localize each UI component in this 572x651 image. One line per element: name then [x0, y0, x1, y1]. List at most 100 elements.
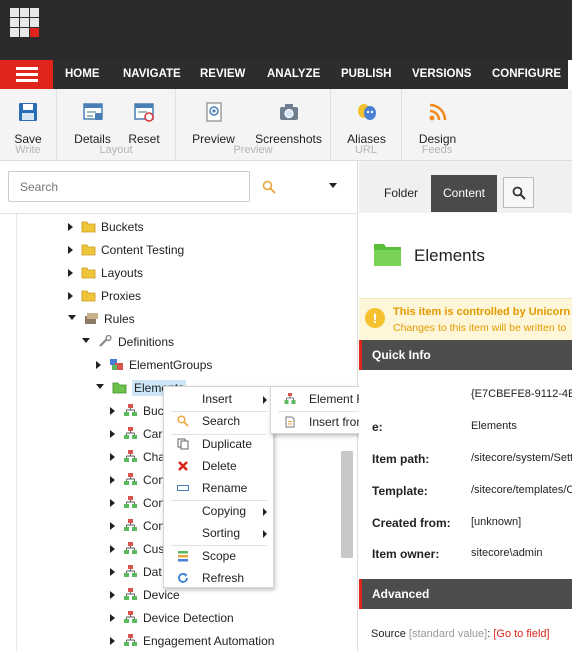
green-folder-icon: [374, 244, 401, 266]
search-options-dropdown-icon[interactable]: [329, 183, 337, 188]
expand-arrow-icon[interactable]: [110, 544, 115, 553]
template-row: Template: /sitecore/templates/C: [359, 484, 572, 504]
item-path-label: Item path:: [372, 452, 430, 466]
tree-item-element[interactable]: Dat: [110, 561, 162, 581]
tab-review[interactable]: REVIEW: [200, 60, 245, 89]
screenshots-button[interactable]: Screenshots: [251, 89, 326, 146]
expand-arrow-icon[interactable]: [110, 613, 115, 622]
expand-arrow-icon[interactable]: [110, 452, 115, 461]
collapse-arrow-icon[interactable]: [96, 384, 104, 390]
tree-search-input[interactable]: [9, 172, 249, 201]
template-value[interactable]: /sitecore/templates/C: [471, 484, 572, 496]
element-icon: [124, 450, 137, 463]
tree-item-layouts[interactable]: Layouts: [68, 262, 143, 282]
expand-arrow-icon[interactable]: [110, 521, 115, 530]
expand-arrow-icon[interactable]: [68, 245, 73, 254]
tree-item-element[interactable]: Cus: [110, 538, 164, 558]
element-icon: [124, 427, 137, 440]
collapse-arrow-icon[interactable]: [68, 315, 76, 321]
advanced-header[interactable]: Advanced: [359, 579, 572, 609]
menu-item-delete[interactable]: Delete: [164, 455, 273, 477]
tab-analyze[interactable]: ANALYZE: [267, 60, 320, 89]
menu-item-search[interactable]: Search: [164, 410, 273, 432]
tab-folder[interactable]: Folder: [372, 175, 430, 212]
group-url: Aliases URL: [331, 89, 402, 161]
tab-publish[interactable]: PUBLISH: [341, 60, 391, 89]
tree-item-proxies[interactable]: Proxies: [68, 285, 141, 305]
folder-icon: [81, 244, 96, 256]
element-icon: [124, 611, 137, 624]
tree-item-engagement-automation[interactable]: Engagement Automation: [110, 630, 274, 650]
save-button[interactable]: Save: [0, 89, 56, 146]
menu-item-copying[interactable]: Copying: [164, 500, 273, 522]
tab-home[interactable]: HOME: [65, 60, 100, 89]
tab-navigate[interactable]: NAVIGATE: [123, 60, 181, 89]
tree-item-element[interactable]: Con: [110, 469, 165, 489]
expand-arrow-icon[interactable]: [110, 567, 115, 576]
tree-item-device-detection[interactable]: Device Detection: [110, 607, 234, 627]
layout-reset-icon: [134, 103, 154, 122]
expand-arrow-icon[interactable]: [110, 475, 115, 484]
tree-item-element[interactable]: Con: [110, 515, 165, 535]
item-id-value: {E7CBEFE8-9112-4E: [471, 388, 572, 400]
collapse-arrow-icon[interactable]: [82, 338, 90, 344]
tree-item-element[interactable]: Cha: [110, 446, 165, 466]
sitecore-logo-icon[interactable]: [10, 8, 39, 37]
menu-item-rename[interactable]: Rename: [164, 477, 273, 499]
go-to-field-link[interactable]: [Go to field]: [493, 628, 549, 640]
preview-icon: [205, 102, 222, 122]
expand-arrow-icon[interactable]: [68, 268, 73, 277]
element-icon: [124, 565, 137, 578]
menu-item-duplicate[interactable]: Duplicate: [164, 433, 273, 455]
tab-configure[interactable]: CONFIGURE: [492, 60, 561, 89]
hamburger-menu-icon[interactable]: [0, 60, 53, 89]
expand-arrow-icon[interactable]: [110, 406, 115, 415]
tabs-overflow-edge: [568, 60, 572, 89]
menu-item-scope[interactable]: Scope: [164, 545, 273, 567]
tree-item-element[interactable]: Buc: [110, 400, 164, 420]
details-button[interactable]: Details: [65, 89, 120, 146]
tree-item-definitions[interactable]: Definitions: [82, 331, 174, 351]
tree-item-element[interactable]: Car: [110, 423, 162, 443]
aliases-button[interactable]: Aliases: [339, 89, 394, 146]
tree-item-rules[interactable]: Rules: [68, 308, 135, 328]
menu-item-sorting[interactable]: Sorting: [164, 522, 273, 544]
ribbon-tabs: HOME NAVIGATE REVIEW ANALYZE PUBLISH VER…: [0, 60, 572, 89]
expand-arrow-icon[interactable]: [68, 222, 73, 231]
expand-arrow-icon[interactable]: [110, 429, 115, 438]
green-folder-icon: [112, 382, 127, 394]
item-owner-row: Item owner: sitecore\admin: [359, 547, 572, 567]
search-tab-button[interactable]: [503, 177, 534, 208]
tree-item-content-testing[interactable]: Content Testing: [68, 239, 184, 259]
group-write: Save Write: [0, 89, 57, 161]
search-icon[interactable]: [262, 180, 276, 194]
editor-tabs: Folder Content: [359, 161, 572, 213]
tree-item-buckets[interactable]: Buckets: [68, 216, 144, 236]
group-label-preview: Preview: [233, 144, 273, 156]
group-label-write: Write: [15, 144, 41, 156]
menu-item-insert[interactable]: Insert: [164, 388, 273, 410]
element-icon: [124, 588, 137, 601]
item-path-value: /sitecore/system/Setti: [471, 452, 572, 464]
expand-arrow-icon[interactable]: [68, 291, 73, 300]
search-divider: [0, 213, 357, 214]
tree-item-elementgroups[interactable]: ElementGroups: [96, 354, 212, 374]
group-feeds: Design Feeds: [402, 89, 472, 161]
tree-item-element[interactable]: Con: [110, 492, 165, 512]
expand-arrow-icon[interactable]: [110, 590, 115, 599]
tree-search-box[interactable]: [8, 171, 250, 202]
quick-info-header[interactable]: Quick Info: [359, 340, 572, 370]
tab-content[interactable]: Content: [431, 175, 497, 212]
design-button[interactable]: Design: [410, 89, 465, 146]
camera-icon: [279, 104, 298, 120]
expand-arrow-icon[interactable]: [110, 636, 115, 645]
tab-versions[interactable]: VERSIONS: [412, 60, 471, 89]
reset-button[interactable]: Reset: [119, 89, 169, 146]
tree-guide-line: [16, 214, 17, 651]
submenu-arrow-icon: [263, 396, 267, 404]
menu-item-refresh[interactable]: Refresh: [164, 567, 273, 589]
expand-arrow-icon[interactable]: [110, 498, 115, 507]
preview-button[interactable]: Preview: [186, 89, 241, 146]
expand-arrow-icon[interactable]: [96, 360, 101, 369]
tree-scrollbar-thumb[interactable]: [341, 451, 353, 558]
